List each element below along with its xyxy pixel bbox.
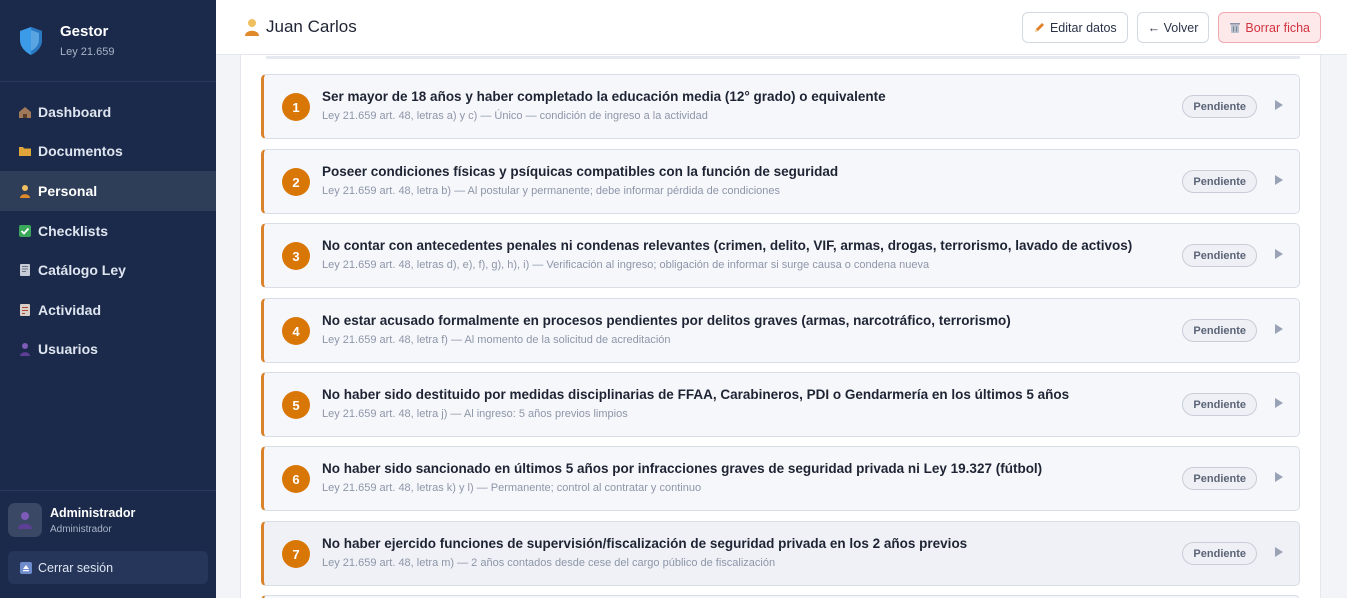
requirement-reference: Ley 21.659 art. 48, letra j) — Al ingres…: [322, 408, 628, 420]
requirement-title: No haber sido destituido por medidas dis…: [322, 387, 1070, 402]
expand-arrow-icon[interactable]: [1275, 324, 1283, 334]
requirement-reference: Ley 21.659 art. 48, letra f) — Al moment…: [322, 334, 671, 346]
log-icon: [18, 303, 32, 317]
requirement-item[interactable]: 7 No haber ejercido funciones de supervi…: [261, 521, 1300, 586]
page-title: Juan Carlos: [266, 17, 357, 36]
status-badge: Pendiente: [1182, 467, 1257, 490]
user-role: Administrador: [50, 523, 112, 535]
logout-icon: [20, 561, 32, 574]
requirement-number: 5: [282, 391, 310, 419]
sidebar-item-label: Catálogo Ley: [38, 262, 126, 279]
status-badge: Pendiente: [1182, 95, 1257, 118]
requirement-reference: Ley 21.659 art. 48, letra b) — Al postul…: [322, 185, 780, 197]
edit-data-label: Editar datos: [1049, 20, 1117, 35]
requirement-item[interactable]: 4 No estar acusado formalmente en proces…: [261, 298, 1300, 363]
status-badge: Pendiente: [1182, 393, 1257, 416]
requirement-item[interactable]: 1 Ser mayor de 18 años y haber completad…: [261, 74, 1300, 139]
requirement-number: 7: [282, 540, 310, 568]
expand-arrow-icon[interactable]: [1275, 175, 1283, 185]
requirement-title: Poseer condiciones físicas y psíquicas c…: [322, 164, 839, 179]
delete-record-label: Borrar ficha: [1245, 20, 1310, 35]
expand-arrow-icon[interactable]: [1275, 398, 1283, 408]
requirement-item[interactable]: 5 No haber sido destituido por medidas d…: [261, 372, 1300, 437]
sidebar-item-actividad[interactable]: Actividad: [0, 290, 216, 330]
sidebar-item-label: Usuarios: [38, 341, 98, 358]
status-badge: Pendiente: [1182, 170, 1257, 193]
requirement-number: 3: [282, 242, 310, 270]
user-profile: Administrador Administrador: [8, 503, 208, 537]
page-header: Juan Carlos Editar datos ← Volver Borrar…: [216, 0, 1347, 55]
sidebar-item-label: Checklists: [38, 222, 109, 239]
requirement-title: Ser mayor de 18 años y haber completado …: [322, 89, 886, 104]
status-badge: Pendiente: [1182, 244, 1257, 267]
sidebar-nav: Dashboard Documentos Personal Checklists…: [0, 92, 216, 369]
brand-title: Gestor: [60, 23, 109, 40]
sidebar-item-label: Personal: [38, 182, 98, 199]
sidebar-item-label: Documentos: [38, 143, 123, 160]
requirement-item[interactable]: 3 No contar con antecedentes penales ni …: [261, 223, 1300, 288]
expand-arrow-icon[interactable]: [1275, 249, 1283, 259]
requirement-title: No haber sido sancionado en últimos 5 añ…: [322, 461, 1043, 476]
person-icon: [245, 19, 259, 36]
logout-label: Cerrar sesión: [38, 560, 114, 575]
sidebar-item-dashboard[interactable]: Dashboard: [0, 92, 216, 132]
requirement-item[interactable]: 2 Poseer condiciones físicas y psíquicas…: [261, 149, 1300, 214]
sidebar-item-personal[interactable]: Personal: [0, 171, 216, 211]
sidebar-item-label: Dashboard: [38, 103, 112, 120]
requirement-item[interactable]: 6 No haber sido sancionado en últimos 5 …: [261, 446, 1300, 511]
sidebar-item-usuarios[interactable]: Usuarios: [0, 330, 216, 370]
requirement-number: 6: [282, 465, 310, 493]
user-name: Administrador: [50, 505, 136, 520]
edit-data-button[interactable]: Editar datos: [1021, 12, 1128, 43]
sidebar-item-catalogo-ley[interactable]: Catálogo Ley: [0, 250, 216, 290]
expand-arrow-icon[interactable]: [1275, 100, 1283, 110]
expand-arrow-icon[interactable]: [1275, 547, 1283, 557]
delete-record-button[interactable]: Borrar ficha: [1218, 12, 1321, 43]
header-actions: Editar datos ← Volver Borrar ficha: [1013, 12, 1321, 43]
sidebar-footer: Administrador Administrador Cerrar sesió…: [0, 490, 216, 598]
requirement-reference: Ley 21.659 art. 48, letras d), e), f), g…: [322, 259, 930, 271]
requirement-title: No estar acusado formalmente en procesos…: [322, 313, 1011, 328]
requirement-title: No contar con antecedentes penales ni co…: [322, 238, 1133, 253]
avatar: [8, 503, 42, 537]
expand-arrow-icon[interactable]: [1275, 472, 1283, 482]
status-badge: Pendiente: [1182, 542, 1257, 565]
folder-icon: [18, 144, 32, 158]
requirement-number: 2: [282, 168, 310, 196]
requirement-title: No haber ejercido funciones de supervisi…: [322, 536, 968, 551]
requirement-reference: Ley 21.659 art. 48, letra m) — 2 años co…: [322, 557, 776, 569]
checkbox-icon: [18, 224, 32, 238]
divider: [266, 55, 1300, 59]
requirement-reference: Ley 21.659 art. 48, letras a) y c) — Úni…: [322, 110, 708, 122]
house-icon: [18, 105, 32, 119]
person-icon: [18, 184, 32, 198]
pencil-icon: [1033, 21, 1046, 34]
sidebar-item-documentos[interactable]: Documentos: [0, 132, 216, 172]
back-label: ← Volver: [1147, 20, 1199, 35]
requirements-panel: 1 Ser mayor de 18 años y haber completad…: [240, 55, 1321, 598]
sidebar: Gestor Ley 21.659 Dashboard Documentos P…: [0, 0, 216, 598]
sidebar-item-label: Actividad: [38, 301, 102, 318]
users-icon: [18, 342, 32, 357]
requirement-number: 1: [282, 93, 310, 121]
logout-button[interactable]: Cerrar sesión: [8, 551, 208, 584]
requirement-number: 4: [282, 317, 310, 345]
status-badge: Pendiente: [1182, 319, 1257, 342]
shield-icon: [20, 26, 42, 55]
brand-subtitle: Ley 21.659: [60, 46, 115, 58]
brand: Gestor Ley 21.659: [0, 0, 216, 82]
sidebar-item-checklists[interactable]: Checklists: [0, 211, 216, 251]
back-button[interactable]: ← Volver: [1136, 12, 1210, 43]
requirement-reference: Ley 21.659 art. 48, letras k) y l) — Per…: [322, 482, 702, 494]
trash-icon: [1229, 21, 1241, 34]
book-icon: [18, 263, 32, 277]
